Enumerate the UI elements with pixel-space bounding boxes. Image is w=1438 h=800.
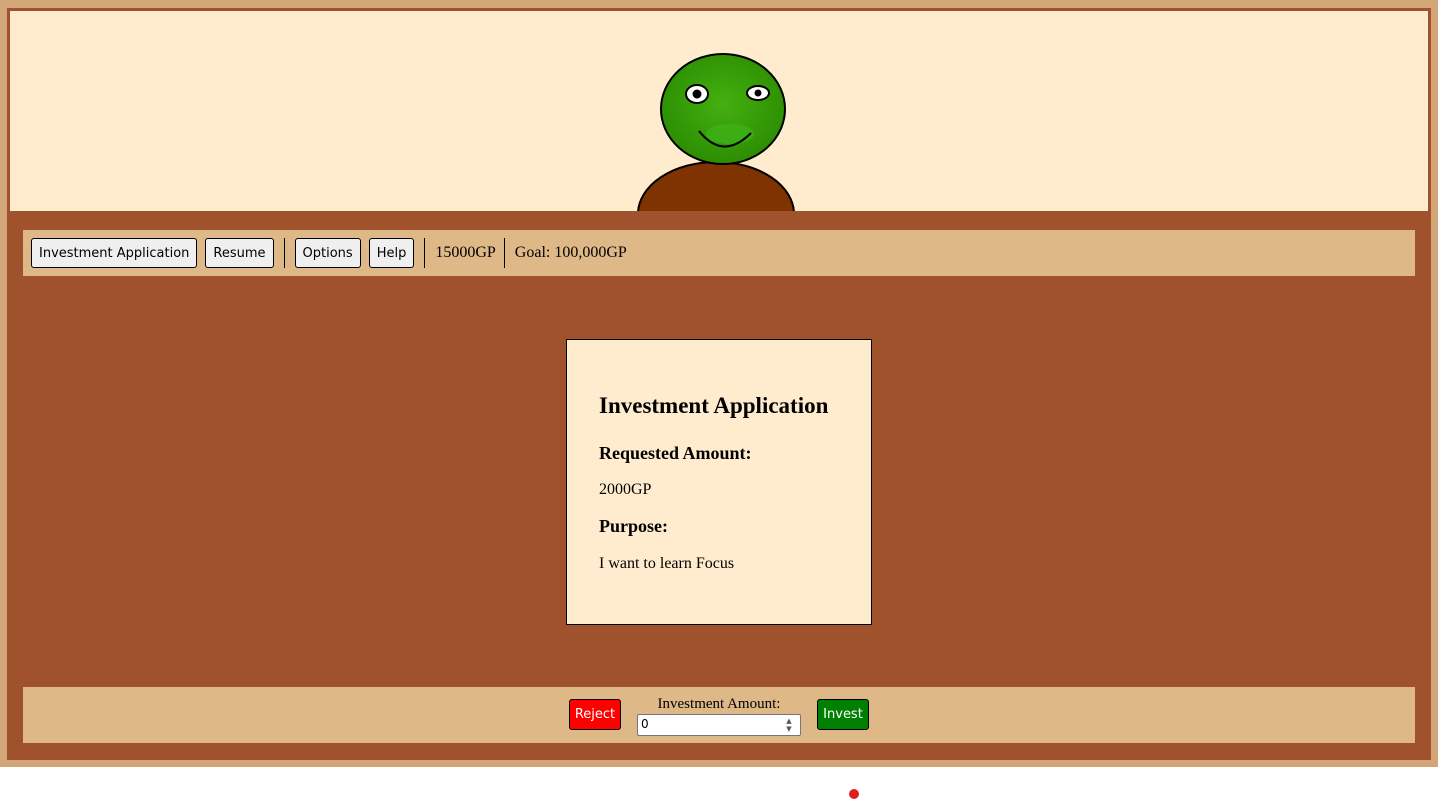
red-dot-cursor-icon [849, 789, 859, 799]
number-spinner[interactable]: ▲ ▼ [782, 716, 796, 734]
help-button[interactable]: Help [368, 238, 415, 268]
requested-amount-heading: Requested Amount: [599, 443, 752, 463]
toolbar-divider [283, 238, 285, 268]
spinner-up-icon[interactable]: ▲ [786, 717, 791, 725]
resume-button[interactable]: Resume [205, 238, 274, 268]
goal-text: Goal: 100,000GP [514, 244, 627, 261]
applicant-character-icon [637, 53, 795, 211]
character-body [637, 161, 795, 211]
invest-button[interactable]: Invest [817, 699, 869, 730]
application-title: Investment Application [599, 393, 829, 418]
character-head [660, 53, 786, 165]
toolbar-divider [424, 238, 426, 268]
game-frame: Investment Application Resume Options He… [0, 0, 1438, 767]
investment-amount-field[interactable]: ▲ ▼ [637, 714, 801, 736]
gold-balance: 15000GP [435, 244, 496, 261]
investment-amount-label: Investment Amount: [657, 696, 781, 712]
investment-application-button[interactable]: Investment Application [31, 238, 198, 268]
investment-amount-input[interactable] [638, 715, 774, 733]
options-button[interactable]: Options [294, 238, 361, 268]
purpose-value: I want to learn Focus [599, 555, 735, 572]
toolbar-divider [503, 238, 505, 268]
toolbar: Investment Application Resume Options He… [23, 230, 1415, 276]
game-area: Investment Application Resume Options He… [7, 8, 1431, 760]
application-card: Investment Application Requested Amount:… [566, 339, 872, 625]
spinner-down-icon[interactable]: ▼ [786, 725, 791, 733]
action-bar: Reject Investment Amount: ▲ ▼ Invest [23, 687, 1415, 743]
investment-amount-group: Investment Amount: ▲ ▼ [637, 695, 801, 736]
applicant-scene [10, 11, 1428, 211]
requested-amount-value: 2000GP [599, 481, 652, 498]
purpose-heading: Purpose: [599, 516, 668, 536]
reject-button[interactable]: Reject [569, 699, 621, 730]
